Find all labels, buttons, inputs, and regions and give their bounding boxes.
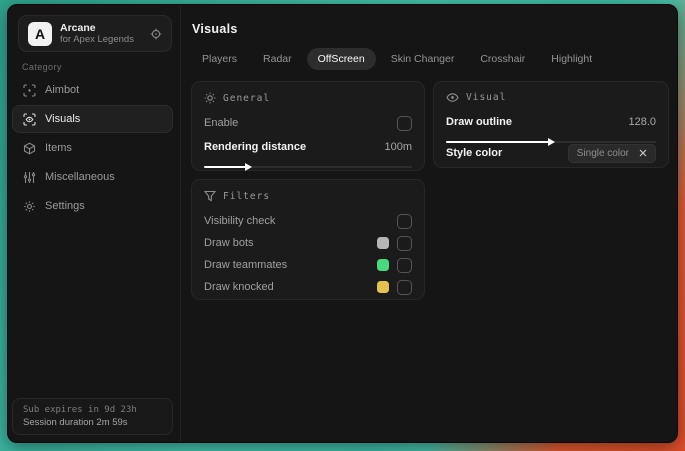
subscription-info: Sub expires in 9d 23h Session duration 2… [12, 398, 173, 435]
crosshair-icon [23, 83, 36, 97]
sliders-icon [23, 171, 36, 184]
eye-scan-icon [23, 112, 36, 126]
visibility-check-label: Visibility check [204, 215, 276, 227]
tab-radar[interactable]: Radar [252, 48, 303, 70]
filter-row: Visibility check [204, 211, 412, 231]
sidebar-item-visuals[interactable]: Visuals [12, 105, 173, 133]
app-name: Arcane [60, 21, 96, 34]
draw-teammates-label: Draw teammates [204, 259, 288, 271]
sidebar-item-label: Miscellaneous [45, 171, 115, 183]
sidebar-item-label: Settings [45, 200, 85, 212]
eye-icon [446, 92, 459, 103]
sidebar-item-label: Aimbot [45, 84, 80, 96]
draw-bots-color-swatch[interactable] [377, 237, 389, 249]
filter-row: Draw bots [204, 233, 412, 253]
card-title: Visual [466, 92, 507, 103]
draw-bots-label: Draw bots [204, 237, 254, 249]
draw-bots-checkbox[interactable] [397, 235, 412, 251]
sidebar-item-miscellaneous[interactable]: Miscellaneous [12, 163, 173, 191]
tab-offscreen[interactable]: OffScreen [306, 48, 376, 70]
sun-icon [204, 92, 216, 104]
enable-label: Enable [204, 117, 239, 129]
gear-icon [23, 200, 36, 213]
tab-crosshair[interactable]: Crosshair [469, 48, 536, 70]
sidebar-nav: Aimbot Visuals Items Miscellaneous Setti… [12, 76, 173, 220]
draw-knocked-checkbox[interactable] [397, 279, 412, 295]
rendering-distance-label: Rendering distance [204, 141, 307, 153]
visibility-check-checkbox[interactable] [397, 213, 412, 229]
app-subtitle: for Apex Legends [60, 34, 134, 46]
filters-card: Filters Visibility check Draw bots Draw … [191, 179, 425, 300]
visual-card: Visual Draw outline 128.0 Style color Si… [433, 81, 669, 168]
card-title: Filters [223, 190, 271, 202]
cube-icon [23, 142, 36, 155]
draw-teammates-checkbox[interactable] [397, 257, 412, 273]
close-icon[interactable] [639, 149, 647, 157]
slider-thumb[interactable] [244, 163, 252, 171]
draw-knocked-label: Draw knocked [204, 281, 274, 293]
slider-thumb[interactable] [548, 138, 555, 146]
page-title: Visuals [192, 22, 238, 36]
tab-players[interactable]: Players [191, 48, 248, 70]
sidebar-item-aimbot[interactable]: Aimbot [12, 76, 173, 104]
target-icon[interactable] [150, 28, 162, 40]
tab-bar: Players Radar OffScreen Skin Changer Cro… [191, 48, 603, 70]
sub-expires-text: Sub expires in 9d 23h [23, 405, 137, 415]
tab-highlight[interactable]: Highlight [540, 48, 603, 70]
rendering-distance-value: 100m [384, 141, 412, 153]
funnel-icon [204, 190, 216, 202]
style-color-label: Style color [446, 147, 503, 159]
draw-knocked-color-swatch[interactable] [377, 281, 389, 293]
sidebar: A Arcane for Apex Legends Category Aimbo… [8, 5, 181, 442]
draw-outline-value: 128.0 [628, 116, 656, 128]
app-logo-card: A Arcane for Apex Legends [18, 15, 172, 52]
draw-outline-label: Draw outline [446, 116, 513, 128]
app-window: A Arcane for Apex Legends Category Aimbo… [7, 4, 678, 443]
style-color-select[interactable]: Single color [567, 143, 656, 163]
filter-row: Draw teammates [204, 255, 412, 275]
session-duration-text: Session duration 2m 59s [23, 417, 128, 428]
tab-skin-changer[interactable]: Skin Changer [380, 48, 466, 70]
sidebar-item-settings[interactable]: Settings [12, 192, 173, 220]
app-logo: A [28, 21, 52, 46]
style-color-value: Single color [576, 147, 629, 159]
enable-checkbox[interactable] [397, 115, 412, 131]
sidebar-item-items[interactable]: Items [12, 134, 173, 162]
general-card: General Enable Rendering distance 100m [191, 81, 425, 171]
filter-row: Draw knocked [204, 277, 412, 297]
sidebar-item-label: Visuals [45, 113, 81, 125]
sidebar-item-label: Items [45, 142, 72, 154]
card-title: General [223, 92, 271, 104]
category-label: Category [22, 62, 62, 72]
draw-teammates-color-swatch[interactable] [377, 259, 389, 271]
